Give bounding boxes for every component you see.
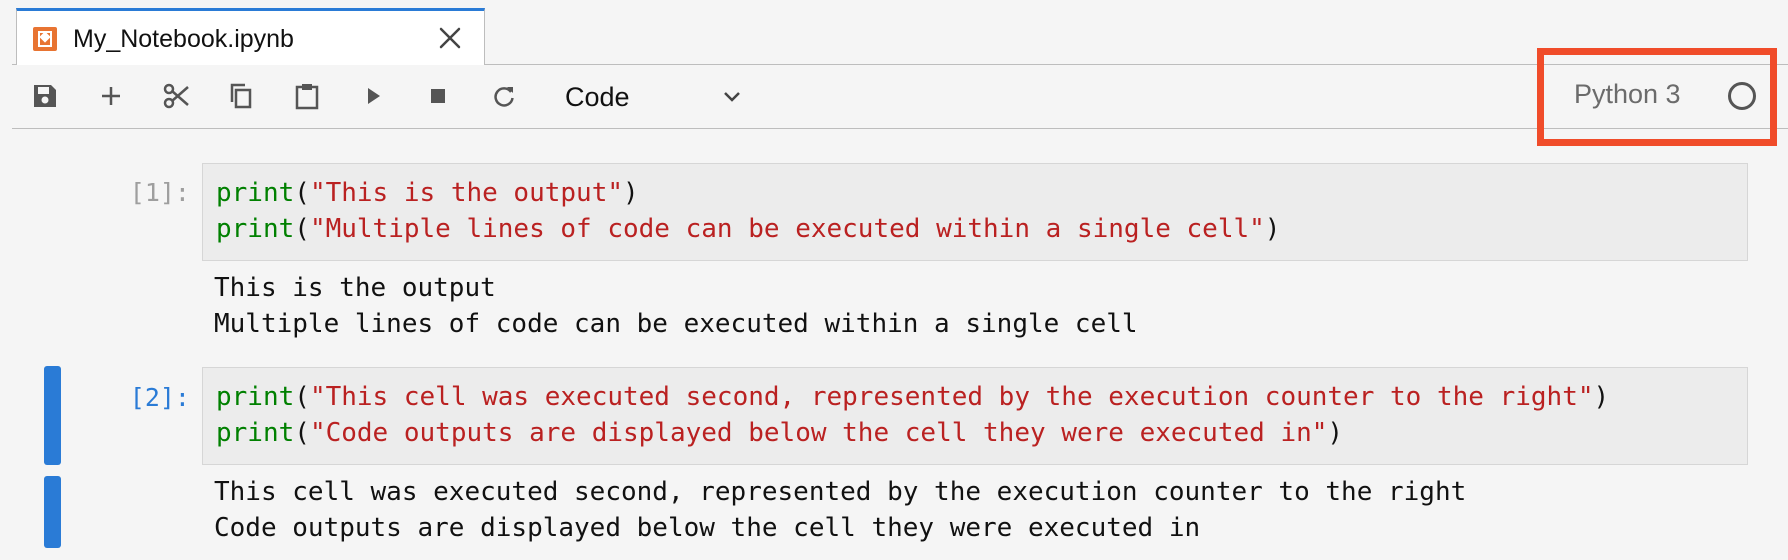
stop-icon[interactable]: [420, 78, 456, 114]
code-line: print("Code outputs are displayed below …: [216, 418, 1344, 448]
code-cell-input[interactable]: print("This is the output") print("Multi…: [202, 163, 1748, 261]
save-icon[interactable]: [27, 78, 63, 114]
paste-icon[interactable]: [289, 78, 325, 114]
kernel-status-icon: [1728, 82, 1756, 110]
tab-title: My_Notebook.ipynb: [73, 25, 294, 53]
active-cell-input-bar[interactable]: [44, 366, 61, 465]
code-line: print("Multiple lines of code can be exe…: [216, 214, 1281, 244]
cell-type-dropdown[interactable]: Code: [565, 78, 765, 114]
active-cell-output-bar[interactable]: [44, 476, 61, 548]
notebook-tab[interactable]: My_Notebook.ipynb: [16, 8, 485, 65]
tab-bar: My_Notebook.ipynb: [12, 0, 1788, 65]
cell-output-line: This is the output: [214, 273, 496, 303]
code-line: print("This cell was executed second, re…: [216, 382, 1610, 412]
add-icon[interactable]: [93, 78, 129, 114]
kernel-name[interactable]: Python 3: [1574, 79, 1681, 110]
notebook-toolbar: Code: [12, 64, 1788, 129]
cell-type-label: Code: [565, 82, 630, 112]
code-cell-input[interactable]: print("This cell was executed second, re…: [202, 367, 1748, 465]
copy-icon[interactable]: [223, 78, 259, 114]
cell-prompt: [2]:: [129, 383, 190, 412]
code-line: print("This is the output"): [216, 178, 639, 208]
notebook-icon: [33, 27, 57, 51]
chevron-down-icon: [717, 82, 747, 112]
cell-output-line: Multiple lines of code can be executed w…: [214, 309, 1138, 339]
run-icon[interactable]: [355, 78, 391, 114]
cell-output-line: This cell was executed second, represent…: [214, 477, 1467, 507]
restart-icon[interactable]: [486, 78, 522, 114]
cut-icon[interactable]: [158, 78, 194, 114]
cell-output-line: Code outputs are displayed below the cel…: [214, 513, 1201, 543]
cell-prompt: [1]:: [129, 178, 190, 207]
close-icon[interactable]: [435, 23, 465, 53]
